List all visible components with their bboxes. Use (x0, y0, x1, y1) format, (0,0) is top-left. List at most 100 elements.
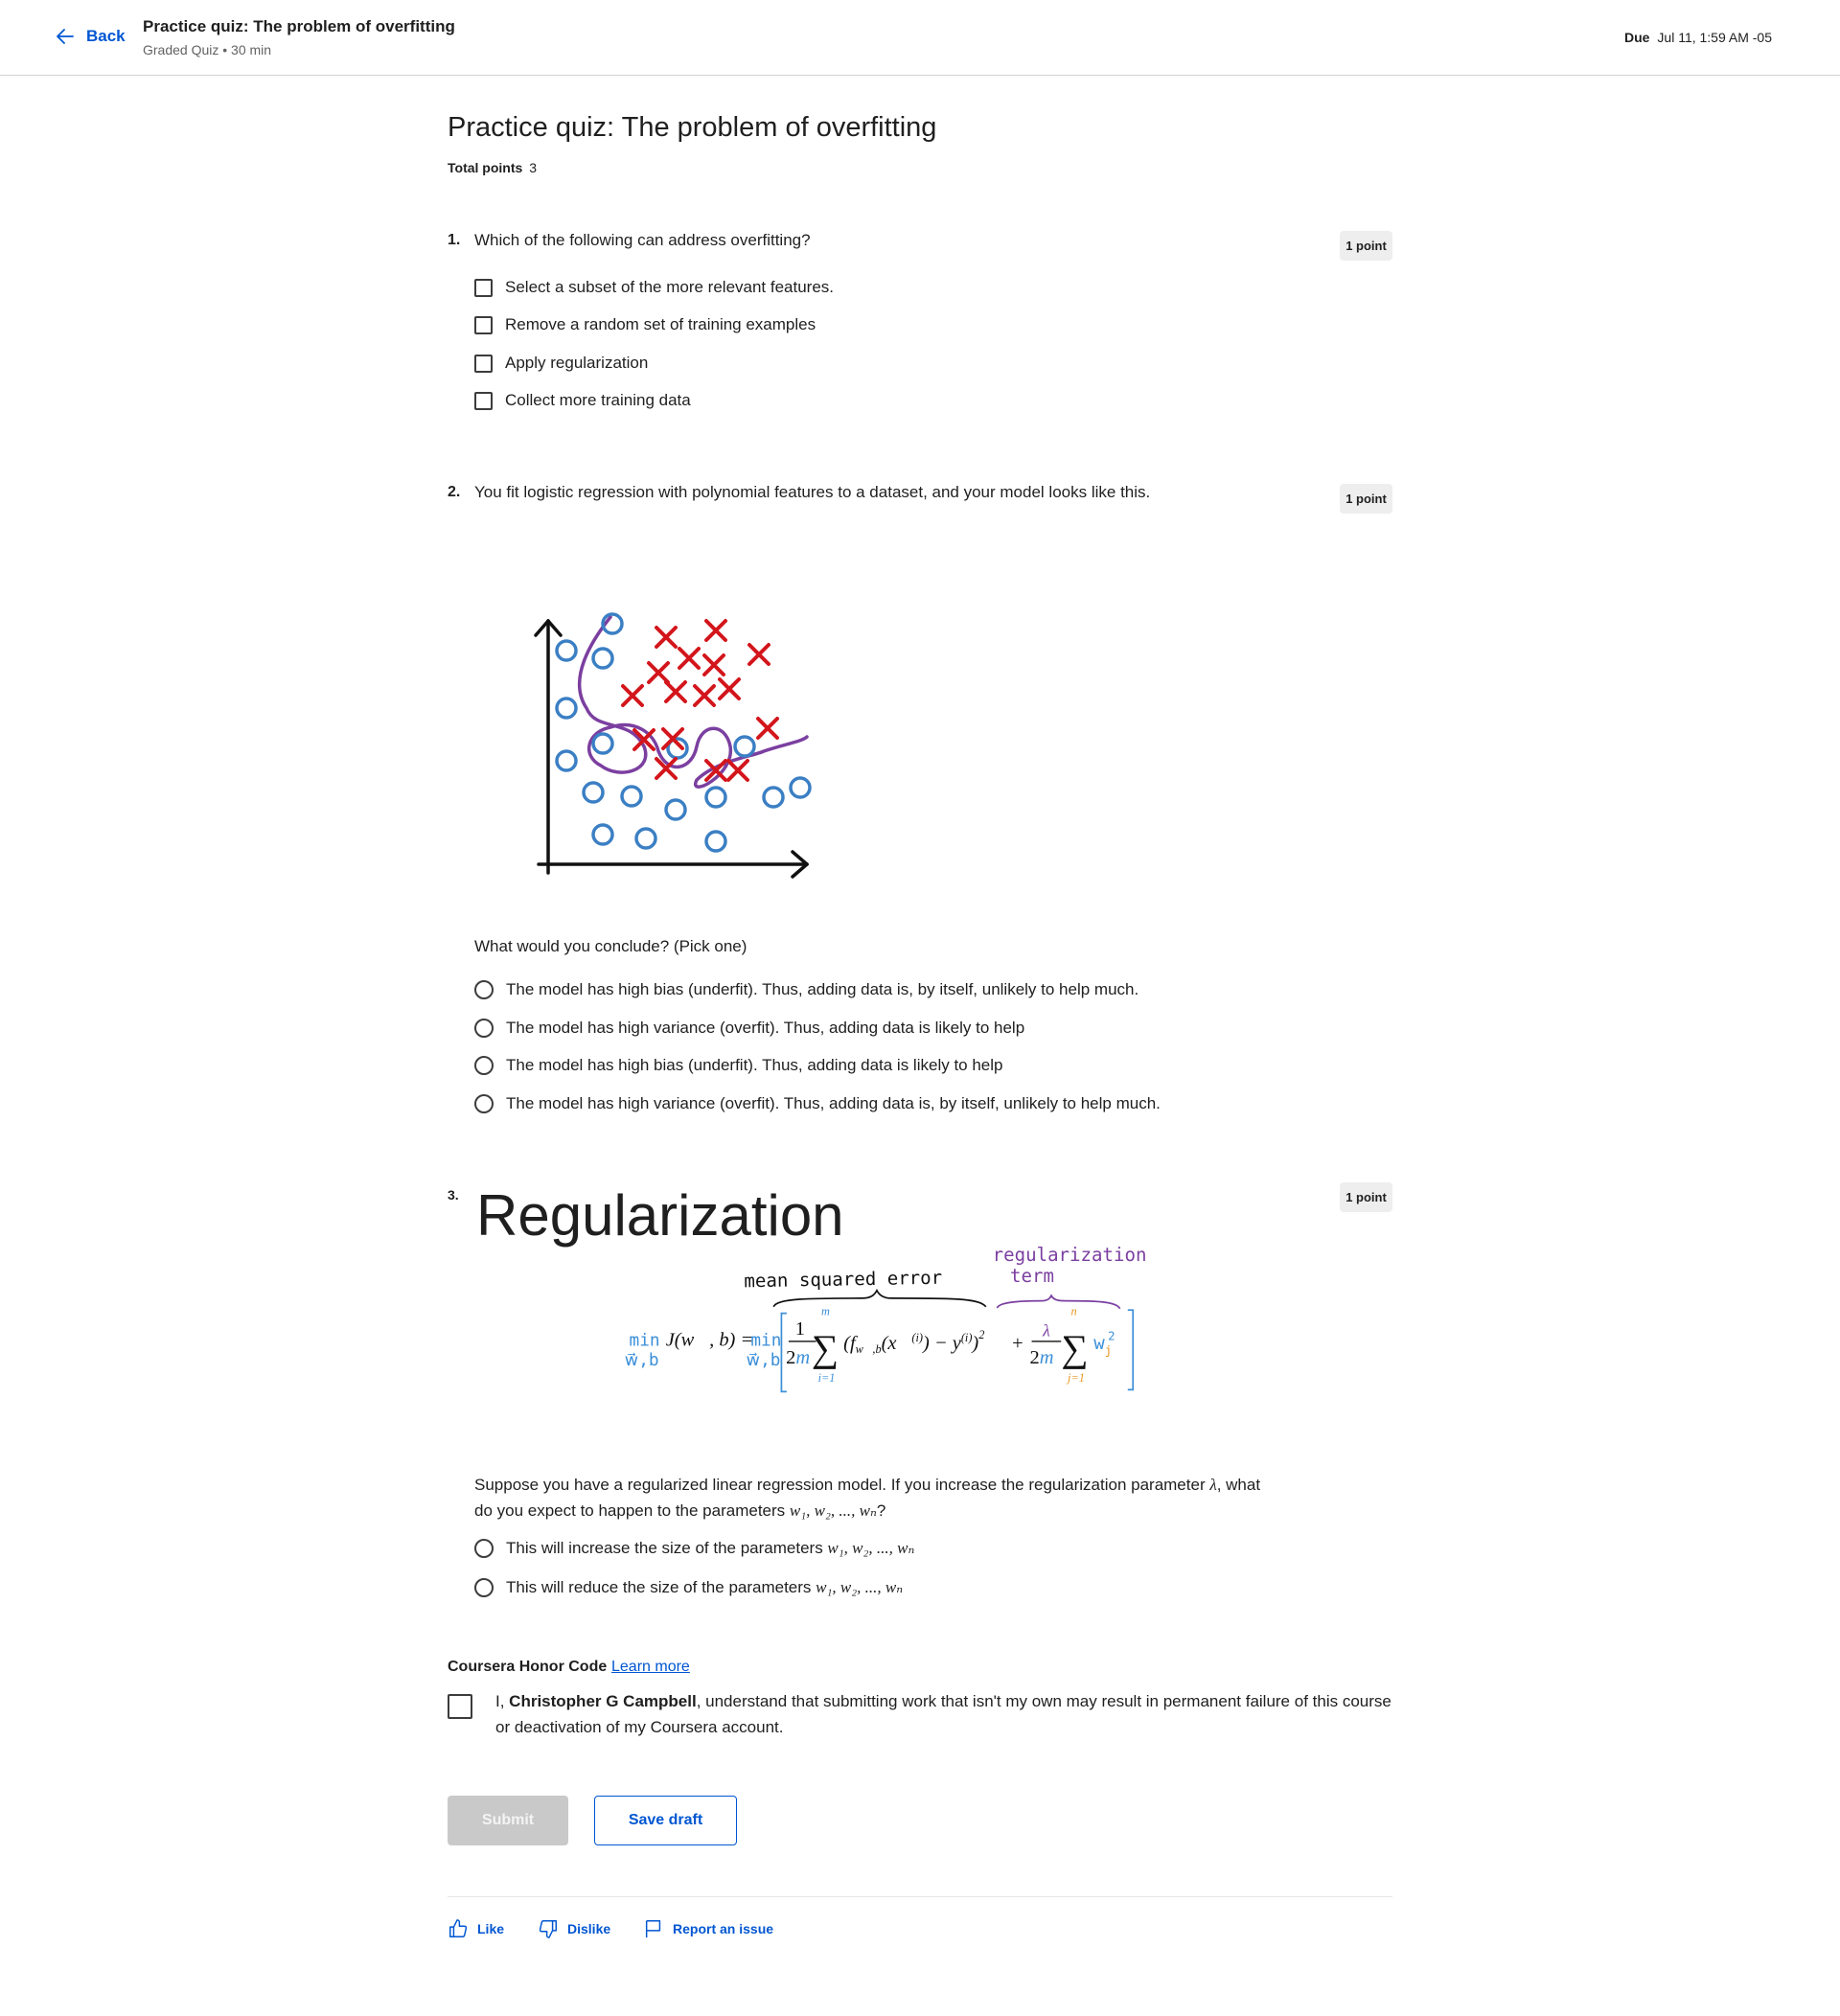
q1-option-2-label: Remove a random set of training examples (505, 315, 816, 333)
circle-marker (664, 798, 687, 821)
honor-code-heading: Coursera Honor Code (448, 1659, 608, 1675)
q2-option-1[interactable]: The model has high bias (underfit). Thus… (474, 980, 1138, 999)
svg-text:(fw⃗,b(x⃗(i)) − y(i))2: (fw⃗,b(x⃗(i)) − y(i))2 (843, 1328, 984, 1356)
radio-button[interactable] (474, 980, 494, 999)
q3-text-part-1: Suppose you have a regularized linear re… (474, 1476, 1210, 1494)
report-issue-button[interactable]: Report an issue (643, 1918, 773, 1939)
divider (448, 1896, 1392, 1897)
submit-button[interactable]: Submit (448, 1796, 568, 1845)
svg-text:m: m (821, 1305, 830, 1318)
svg-text:∑: ∑ (812, 1327, 839, 1369)
circle-marker (634, 827, 657, 850)
back-label: Back (86, 27, 126, 45)
overfitting-scatter-figure (534, 612, 812, 879)
due-label: Due (1623, 30, 1650, 45)
radio-button[interactable] (474, 1019, 494, 1038)
svg-text:j=1: j=1 (1066, 1371, 1085, 1385)
q1-option-1[interactable]: Select a subset of the more relevant fea… (474, 278, 834, 297)
svg-text:∑: ∑ (1061, 1327, 1088, 1369)
save-draft-button[interactable]: Save draft (594, 1796, 737, 1845)
question-1-text: Which of the following can address overf… (474, 231, 811, 249)
radio-button[interactable] (474, 1578, 494, 1597)
question-1-points: 1 point (1340, 231, 1392, 261)
q1-option-3[interactable]: Apply regularization (474, 354, 648, 373)
quiz-content: Practice quiz: The problem of overfittin… (448, 76, 1392, 2016)
q2-option-2[interactable]: The model has high variance (overfit). T… (474, 1019, 1024, 1038)
q1-option-4[interactable]: Collect more training data (474, 391, 691, 410)
question-2-number: 2. (448, 484, 461, 500)
honor-code-checkbox[interactable] (448, 1694, 472, 1719)
q1-option-3-label: Apply regularization (505, 354, 649, 372)
q3-option-2[interactable]: This will reduce the size of the paramet… (474, 1578, 903, 1597)
circle-marker (591, 732, 614, 755)
checkbox[interactable] (474, 278, 493, 297)
svg-text:1: 1 (795, 1318, 805, 1340)
q3-option-1[interactable]: This will increase the size of the param… (474, 1539, 914, 1558)
header-subtitle: Graded Quiz • 30 min (143, 42, 272, 57)
arrow-left-icon (57, 29, 74, 44)
q1-option-4-label: Collect more training data (505, 391, 691, 409)
cross-marker (693, 684, 716, 707)
q3-option-1-label: This will increase the size of the param… (506, 1539, 914, 1558)
dislike-button[interactable]: Dislike (538, 1918, 610, 1939)
question-3-number: 3. (448, 1187, 459, 1203)
cross-marker (718, 677, 741, 700)
cross-marker (621, 684, 644, 707)
reg-brace (996, 1294, 1121, 1310)
svg-text:2m: 2m (786, 1347, 810, 1368)
radio-button[interactable] (474, 1094, 494, 1113)
cross-marker (756, 717, 779, 740)
honor-prefix: I, (495, 1692, 510, 1710)
page-title: Practice quiz: The problem of overfittin… (448, 112, 937, 143)
question-2-points: 1 point (1340, 484, 1392, 514)
thumbs-up-icon (449, 1919, 468, 1937)
radio-button[interactable] (474, 1539, 494, 1558)
circle-marker (789, 776, 812, 799)
checkbox[interactable] (474, 354, 493, 373)
checkbox[interactable] (474, 391, 493, 410)
like-label: Like (477, 1921, 505, 1936)
svg-text:i=1: i=1 (818, 1371, 836, 1385)
back-button[interactable]: Back (54, 25, 126, 48)
svg-text:n: n (1070, 1305, 1076, 1318)
cost-function: J(w⃗, b) = (666, 1330, 754, 1351)
cross-marker (678, 647, 701, 670)
checkbox[interactable] (474, 315, 493, 334)
lambda-symbol: λ (1209, 1476, 1217, 1494)
regularization-figure-title: Regularization (476, 1183, 844, 1248)
top-bar: Back Practice quiz: The problem of overf… (0, 0, 1840, 76)
cross-marker (726, 759, 749, 782)
q2-option-3[interactable]: The model has high bias (underfit). Thus… (474, 1056, 1002, 1075)
svg-text:wj2: wj2 (1093, 1330, 1115, 1358)
svg-text:2m: 2m (1030, 1347, 1054, 1368)
learner-name: Christopher G Campbell (509, 1692, 697, 1710)
honor-code-statement: I, Christopher G Campbell, understand th… (495, 1688, 1396, 1740)
circle-marker (704, 830, 727, 853)
q2-option-3-label: The model has high bias (underfit). Thus… (506, 1056, 1003, 1074)
reg-term-label-1: regularization (993, 1245, 1147, 1266)
q2-option-4[interactable]: The model has high variance (overfit). T… (474, 1094, 1161, 1113)
circle-marker (762, 786, 785, 809)
due-date: Due Jul 11, 1:59 AM -05 (1624, 30, 1772, 45)
circle-marker (591, 823, 614, 846)
circle-marker (704, 786, 727, 809)
dislike-label: Dislike (567, 1921, 611, 1936)
learn-more-link[interactable]: Learn more (611, 1659, 690, 1676)
reg-term-label-2: term (1010, 1265, 1054, 1287)
like-button[interactable]: Like (448, 1918, 504, 1939)
total-points: Total points 3 (448, 160, 537, 175)
q3-option-2-text: This will reduce the size of the paramet… (506, 1578, 816, 1596)
report-label: Report an issue (673, 1921, 774, 1936)
circle-marker (555, 639, 578, 662)
question-2-prompt: What would you conclude? (Pick one) (474, 937, 748, 955)
radio-button[interactable] (474, 1056, 494, 1075)
min-left: min (630, 1332, 660, 1351)
circle-marker (620, 785, 643, 808)
q2-option-2-label: The model has high variance (overfit). T… (506, 1019, 1025, 1037)
q1-option-2[interactable]: Remove a random set of training examples (474, 315, 816, 334)
header-title: Practice quiz: The problem of overfittin… (143, 17, 455, 35)
circle-marker (591, 647, 614, 670)
cross-marker (647, 661, 670, 684)
svg-text:+: + (1012, 1333, 1024, 1354)
flag-icon (645, 1920, 661, 1938)
